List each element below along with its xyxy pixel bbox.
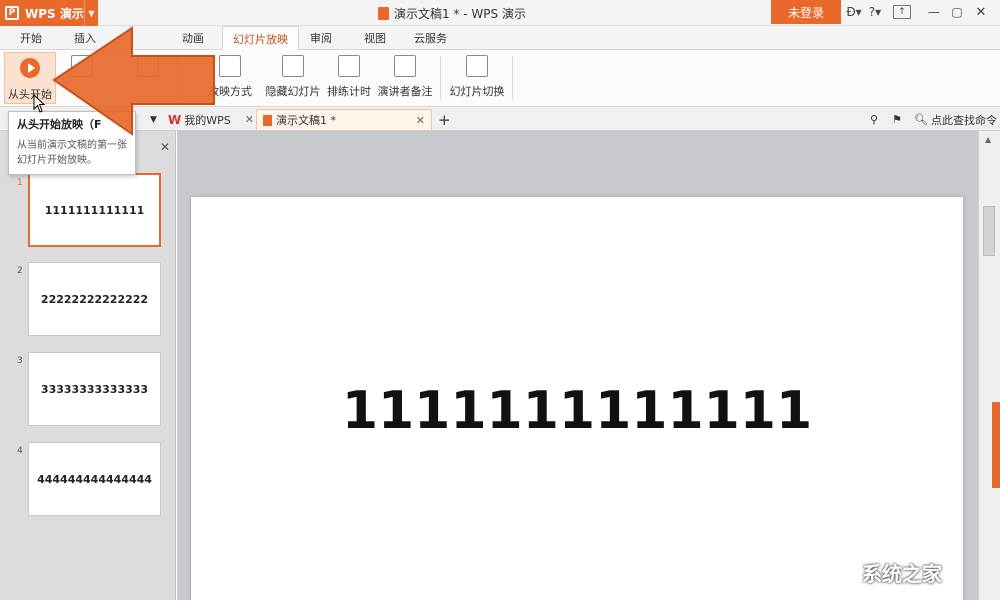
slide-thumbnail[interactable]: 22222222222222 xyxy=(28,262,161,336)
slide-thumbnail[interactable]: 444444444444444 xyxy=(28,442,161,516)
scroll-thumb[interactable] xyxy=(983,206,995,256)
slide-title-text[interactable]: 1111111111111 xyxy=(191,381,963,441)
tab-my-wps[interactable]: W 我的WPS ✕ xyxy=(168,109,254,130)
hide-slide-label: 隐藏幻灯片 xyxy=(266,83,321,99)
slide-number: 1 xyxy=(17,178,23,188)
ribbon: 从头开始 放映方式 隐藏幻灯片 排练计时 演讲者备注 幻灯片切换 xyxy=(0,50,1000,107)
custom-show-button[interactable] xyxy=(132,52,164,104)
minimize-icon[interactable]: — xyxy=(925,3,943,21)
slide-canvas[interactable]: 1111111111111 xyxy=(191,197,963,600)
slide-thumbnail[interactable]: 33333333333333 xyxy=(28,352,161,426)
wps-logo-icon: P xyxy=(5,6,19,20)
app-menu-button[interactable]: P WPS 演示 ▼ xyxy=(0,0,98,26)
transition-icon xyxy=(466,55,488,77)
tab-active-document[interactable]: 演示文稿1 * ✕ xyxy=(256,109,432,130)
command-search[interactable]: 🔍︎ 点此查找命令 xyxy=(914,109,997,130)
slide-number: 4 xyxy=(17,446,23,456)
slides-icon xyxy=(137,55,159,77)
help-icon[interactable]: ?▾ xyxy=(866,3,884,21)
ribbon-divider xyxy=(512,56,513,100)
tooltip: 从头开始放映（F 从当前演示文稿的第一张幻灯片开始放映。 xyxy=(8,111,136,175)
slide-number: 2 xyxy=(17,266,23,276)
setup-show-button[interactable]: 放映方式 xyxy=(200,52,260,104)
slide-transition-label: 幻灯片切换 xyxy=(450,83,505,99)
scroll-up-icon[interactable]: ▲ xyxy=(985,135,991,144)
title-bar: P WPS 演示 ▼ 演示文稿1 * - WPS 演示 未登录 Ð▾ ?▾ ↑ … xyxy=(0,0,1000,26)
document-icon xyxy=(263,115,272,126)
app-name: WPS 演示 xyxy=(25,5,84,22)
slide-thumbnail-text: 444444444444444 xyxy=(37,473,152,486)
slide-number: 3 xyxy=(17,356,23,366)
chevron-down-icon[interactable]: ▼ xyxy=(150,109,157,130)
close-tab-icon[interactable]: ✕ xyxy=(245,113,254,126)
tab-slideshow[interactable]: 幻灯片放映 xyxy=(222,26,299,51)
mouse-cursor-icon xyxy=(33,94,47,114)
rehearse-timings-label: 排练计时 xyxy=(327,83,371,99)
wps-w-icon: W xyxy=(168,113,181,127)
tab-animation[interactable]: 动画 xyxy=(182,30,204,46)
tooltip-body: 从当前演示文稿的第一张幻灯片开始放映。 xyxy=(17,138,127,168)
menu-bar: 开始 插入 动画 幻灯片放映 审阅 视图 云服务 xyxy=(0,26,1000,50)
close-panel-icon[interactable]: ✕ xyxy=(160,140,170,154)
tab-my-wps-label: 我的WPS xyxy=(184,112,231,128)
slide-thumbnail-text: 1111111111111 xyxy=(45,204,145,217)
document-tab-bar: ▼ W 我的WPS ✕ 演示文稿1 * ✕ + ⚲ ⚑ 🔍︎ 点此查找命令 xyxy=(0,107,1000,131)
slide-thumbnail-text: 33333333333333 xyxy=(41,383,148,396)
slide-icon xyxy=(71,55,93,77)
tab-review[interactable]: 审阅 xyxy=(310,30,332,46)
tab-active-document-label: 演示文稿1 * xyxy=(276,112,336,128)
setup-show-label: 放映方式 xyxy=(208,83,252,99)
login-button[interactable]: 未登录 xyxy=(771,0,841,24)
new-tab-icon[interactable]: + xyxy=(438,109,451,130)
watermark: 系统之家 xyxy=(832,545,1000,600)
rehearse-timings-button[interactable]: 排练计时 xyxy=(324,52,374,104)
slide-transition-button[interactable]: 幻灯片切换 xyxy=(448,52,506,104)
from-start-button[interactable]: 从头开始 xyxy=(4,52,56,104)
projector-settings-icon xyxy=(219,55,241,77)
tab-insert[interactable]: 插入 xyxy=(74,30,96,46)
chevron-down-icon: ▼ xyxy=(84,0,98,26)
slide-thumbnail-panel: ✕ 1 1111111111111 2 22222222222222 3 333… xyxy=(0,131,176,600)
presenter-notes-button[interactable]: 演讲者备注 xyxy=(376,52,434,104)
slide-thumbnail[interactable]: 1111111111111 xyxy=(28,173,161,247)
window-title-text: 演示文稿1 * - WPS 演示 xyxy=(394,5,526,22)
presenter-icon xyxy=(394,55,416,77)
tab-cloud-service[interactable]: 云服务 xyxy=(414,30,447,46)
watermark-text: 系统之家 xyxy=(862,558,942,587)
ribbon-divider xyxy=(176,56,177,100)
slide-thumbnail-text: 22222222222222 xyxy=(41,293,148,306)
side-panel-toggle[interactable] xyxy=(992,402,1000,488)
slide-workspace: 1111111111111 xyxy=(177,131,978,600)
timer-icon xyxy=(338,55,360,77)
play-icon xyxy=(20,58,40,78)
document-icon xyxy=(378,7,389,20)
window-title: 演示文稿1 * - WPS 演示 xyxy=(378,5,526,22)
pin-icon[interactable]: ⚲ xyxy=(870,109,878,130)
search-icon: 🔍︎ xyxy=(914,113,928,126)
tab-home[interactable]: 开始 xyxy=(20,30,42,46)
tab-view[interactable]: 视图 xyxy=(364,30,386,46)
presenter-notes-label: 演讲者备注 xyxy=(378,83,433,99)
close-tab-icon[interactable]: ✕ xyxy=(416,114,425,127)
close-icon[interactable]: ✕ xyxy=(972,3,990,21)
tooltip-title: 从头开始放映（F xyxy=(17,116,127,132)
upload-icon[interactable]: ↑ xyxy=(893,5,911,19)
command-search-label: 点此查找命令 xyxy=(931,112,997,128)
maximize-icon[interactable]: ▢ xyxy=(948,3,966,21)
flag-icon[interactable]: ⚑ xyxy=(892,109,902,130)
skin-icon[interactable]: Ð▾ xyxy=(844,3,864,21)
ribbon-divider xyxy=(440,56,441,100)
from-current-button[interactable] xyxy=(66,52,98,104)
vertical-scrollbar[interactable]: ▲ xyxy=(978,131,1000,600)
hide-slide-button[interactable]: 隐藏幻灯片 xyxy=(264,52,322,104)
hide-slide-icon xyxy=(282,55,304,77)
